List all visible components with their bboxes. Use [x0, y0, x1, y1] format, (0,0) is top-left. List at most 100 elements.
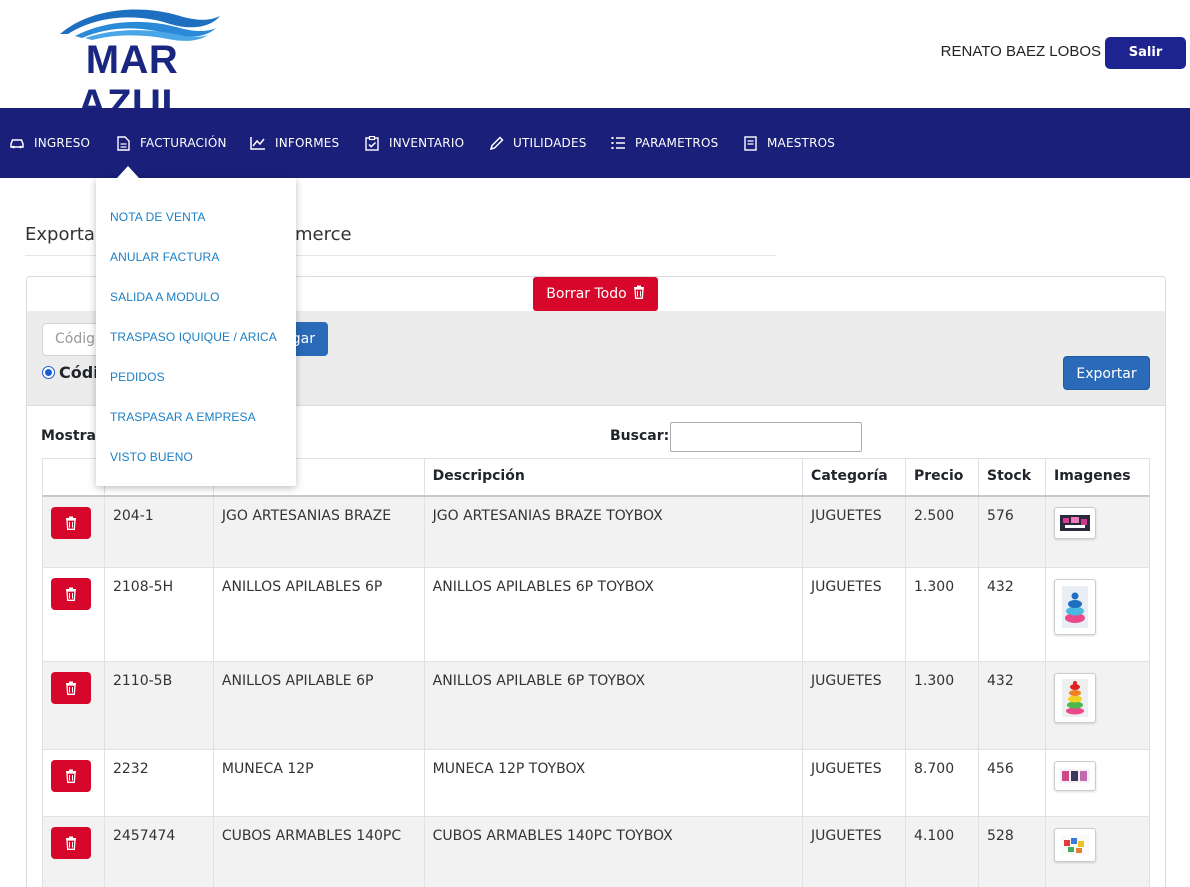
- image-cell: [1044, 749, 1151, 817]
- category-cell: JUGUETES: [802, 816, 907, 887]
- code-cell: 2108-5H: [103, 567, 214, 662]
- show-entries-label: Mostra: [41, 428, 96, 444]
- product-thumbnail[interactable]: [1053, 828, 1096, 862]
- name-cell: ANILLOS APILABLES 6P: [212, 567, 425, 662]
- menu-item-visto-bueno[interactable]: VISTO BUENO: [110, 450, 193, 464]
- mar-azul-logo[interactable]: MAR AZUL: [30, 4, 234, 126]
- table-row: 2108-5H ANILLOS APILABLES 6P ANILLOS API…: [42, 567, 1151, 662]
- menu-item-pedidos[interactable]: PEDIDOS: [110, 370, 165, 384]
- description-cell: JGO ARTESANIAS BRAZE TOYBOX: [423, 495, 804, 568]
- stock-cell: 456: [978, 749, 1046, 817]
- image-cell: [1044, 661, 1151, 750]
- image-cell: [1044, 495, 1151, 568]
- column-header-stock[interactable]: Stock: [978, 458, 1046, 497]
- delete-row-button[interactable]: [51, 672, 91, 704]
- table-row: 2110-5B ANILLOS APILABLE 6P ANILLOS APIL…: [42, 661, 1151, 750]
- page-title-left: Exporta: [25, 224, 95, 245]
- table-row: 2457474 CUBOS ARMABLES 140PC CUBOS ARMAB…: [42, 816, 1151, 887]
- export-button[interactable]: Exportar: [1063, 356, 1150, 390]
- list-ordered-icon: [610, 135, 626, 151]
- code-cell: 2457474: [103, 816, 214, 887]
- logout-button[interactable]: Salir: [1105, 37, 1186, 69]
- image-cell: [1044, 567, 1151, 662]
- user-name: RENATO BAEZ LOBOS: [940, 43, 1101, 60]
- pencil-icon: [488, 135, 504, 151]
- trash-icon: [66, 681, 76, 695]
- product-thumbnail[interactable]: [1053, 579, 1096, 635]
- trash-icon: [66, 769, 76, 783]
- product-thumbnail[interactable]: [1053, 761, 1096, 791]
- nav-item-inventario[interactable]: INVENTARIO: [364, 108, 464, 178]
- nav-label: PARAMETROS: [635, 136, 719, 150]
- name-cell: MUNECA 12P: [212, 749, 425, 817]
- code-cell: 2232: [103, 749, 214, 817]
- clipboard-check-icon: [364, 135, 380, 151]
- delete-all-button[interactable]: Borrar Todo: [533, 277, 658, 311]
- nav-label: INVENTARIO: [389, 136, 465, 150]
- car-icon: [9, 135, 25, 151]
- nav-item-maestros[interactable]: MAESTROS: [742, 108, 835, 178]
- product-thumbnail[interactable]: [1053, 506, 1096, 539]
- stock-cell: 432: [978, 661, 1046, 750]
- menu-item-salida-a-modulo[interactable]: SALIDA A MODULO: [110, 290, 220, 304]
- column-header-category[interactable]: Categoría: [802, 458, 907, 497]
- table-row: 204-1 JGO ARTESANIAS BRAZE JGO ARTESANIA…: [42, 495, 1151, 568]
- search-input[interactable]: [670, 422, 862, 452]
- menu-item-nota-de-venta[interactable]: NOTA DE VENTA: [110, 210, 206, 224]
- category-cell: JUGUETES: [802, 495, 907, 568]
- stock-cell: 528: [978, 816, 1046, 887]
- name-cell: ANILLOS APILABLE 6P: [212, 661, 425, 750]
- column-header-price[interactable]: Precio: [905, 458, 979, 497]
- trash-icon: [633, 285, 645, 303]
- menu-item-traspaso-iquique-arica[interactable]: TRASPASO IQUIQUE / ARICA: [110, 330, 277, 344]
- nav-item-utilidades[interactable]: UTILIDADES: [488, 108, 587, 178]
- search-label: Buscar:: [610, 428, 670, 444]
- facturacion-dropdown: NOTA DE VENTA ANULAR FACTURA SALIDA A MO…: [96, 178, 296, 486]
- nav-item-informes[interactable]: INFORMES: [250, 108, 339, 178]
- page-title: Exporta merce: [25, 224, 352, 245]
- description-cell: MUNECA 12P TOYBOX: [423, 749, 804, 817]
- document-icon: [115, 135, 131, 151]
- name-cell: CUBOS ARMABLES 140PC: [212, 816, 425, 887]
- products-table: Descripción Categoría Precio Stock Image…: [42, 458, 1151, 887]
- delete-row-button[interactable]: [51, 578, 91, 610]
- actions-cell: [42, 661, 105, 750]
- nav-label: INFORMES: [275, 136, 340, 150]
- price-cell: 1.300: [905, 661, 979, 750]
- description-cell: ANILLOS APILABLE 6P TOYBOX: [423, 661, 804, 750]
- actions-cell: [42, 749, 105, 817]
- menu-item-anular-factura[interactable]: ANULAR FACTURA: [110, 250, 219, 264]
- header: MAR AZUL RENATO BAEZ LOBOS Salir: [0, 0, 1190, 126]
- delete-row-button[interactable]: [51, 506, 91, 539]
- price-cell: 8.700: [905, 749, 979, 817]
- code-radio[interactable]: [42, 366, 55, 379]
- main-navbar: INGRESO FACTURACIÓN INFORMES INVENTARIO …: [0, 108, 1190, 178]
- nav-item-ingreso[interactable]: INGRESO: [9, 108, 90, 178]
- price-cell: 2.500: [905, 495, 979, 568]
- code-radio-label: Códi: [59, 363, 99, 382]
- menu-item-traspasar-a-empresa[interactable]: TRASPASAR A EMPRESA: [110, 410, 256, 424]
- chart-line-icon: [250, 135, 266, 151]
- actions-cell: [42, 816, 105, 887]
- nav-item-parametros[interactable]: PARAMETROS: [610, 108, 718, 178]
- stock-cell: 432: [978, 567, 1046, 662]
- nav-label: FACTURACIÓN: [140, 136, 227, 150]
- category-cell: JUGUETES: [802, 567, 907, 662]
- delete-row-button[interactable]: [51, 827, 91, 859]
- price-cell: 1.300: [905, 567, 979, 662]
- delete-all-label: Borrar Todo: [546, 286, 627, 302]
- delete-row-button[interactable]: [51, 760, 91, 792]
- dropdown-caret: [117, 166, 139, 178]
- description-cell: ANILLOS APILABLES 6P TOYBOX: [423, 567, 804, 662]
- product-thumbnail[interactable]: [1053, 673, 1096, 723]
- column-header-description[interactable]: Descripción: [423, 458, 804, 497]
- image-cell: [1044, 816, 1151, 887]
- actions-cell: [42, 567, 105, 662]
- description-cell: CUBOS ARMABLES 140PC TOYBOX: [423, 816, 804, 887]
- price-cell: 4.100: [905, 816, 979, 887]
- nav-label: UTILIDADES: [513, 136, 587, 150]
- column-header-images[interactable]: Imagenes: [1044, 458, 1151, 497]
- actions-cell: [42, 495, 105, 568]
- nav-label: MAESTROS: [767, 136, 836, 150]
- code-cell: 204-1: [103, 495, 214, 568]
